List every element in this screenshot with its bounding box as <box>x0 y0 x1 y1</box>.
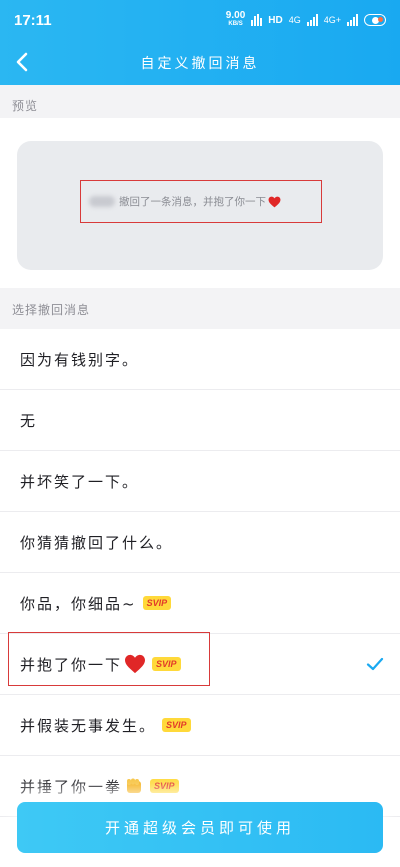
preview-card: 撤回了一条消息，并抱了你一下 <box>17 141 383 270</box>
nav-bar: 自定义撤回消息 <box>0 40 400 85</box>
option-item-selected[interactable]: 并抱了你一下 SVIP <box>0 634 400 695</box>
network-speed: 9.00 KB/S <box>225 10 246 28</box>
status-bar: 17:11 9.00 KB/S HD 4G 4G+ <box>0 0 400 40</box>
option-list: 因为有钱别字。 无 并坏笑了一下。 你猜猜撤回了什么。 你品，你细品~ SVIP… <box>0 329 400 867</box>
battery-icon <box>364 14 386 26</box>
option-label: 你猜猜撤回了什么。 <box>20 533 174 552</box>
option-label: 并坏笑了一下。 <box>20 472 140 491</box>
option-item[interactable]: 无 <box>0 390 400 451</box>
svip-badge: SVIP <box>152 657 181 671</box>
heart-icon <box>125 654 146 674</box>
signal-icon-2 <box>347 14 358 26</box>
option-label: 无 <box>20 411 38 430</box>
preview-message: 撤回了一条消息，并抱了你一下 <box>80 180 322 223</box>
clock: 17:11 <box>14 11 52 29</box>
option-label: 并捶了你一拳 <box>20 777 123 796</box>
heart-icon <box>268 196 281 207</box>
preview-message-text: 撤回了一条消息，并抱了你一下 <box>119 196 266 208</box>
option-label: 并抱了你一下 <box>20 655 123 674</box>
blurred-username <box>89 196 115 207</box>
option-label: 并假装无事发生。 <box>20 716 157 735</box>
hd-label: HD <box>268 14 283 26</box>
option-label: 你品，你细品~ <box>20 594 137 613</box>
options-section-label: 选择撤回消息 <box>12 303 91 317</box>
svip-badge: SVIP <box>150 779 179 793</box>
preview-area: 撤回了一条消息，并抱了你一下 <box>0 118 400 288</box>
preview-section-label: 预览 <box>12 99 39 113</box>
checkmark-icon <box>366 657 384 671</box>
svip-badge: SVIP <box>142 596 172 610</box>
option-item[interactable]: 并坏笑了一下。 <box>0 451 400 512</box>
option-item[interactable]: 因为有钱别字。 <box>0 329 400 390</box>
vibrate-icon <box>251 14 263 26</box>
status-icons: 9.00 KB/S HD 4G 4G+ <box>226 11 386 29</box>
option-label: 因为有钱别字。 <box>20 350 140 369</box>
page-title: 自定义撤回消息 <box>140 55 260 72</box>
signal-icon <box>306 14 318 26</box>
network-label-2: 4G+ <box>323 15 341 25</box>
fist-icon <box>127 778 142 793</box>
option-item[interactable]: 并假装无事发生。 SVIP <box>0 695 400 756</box>
back-button[interactable] <box>6 46 38 78</box>
option-item[interactable]: 你品，你细品~ SVIP <box>0 573 400 634</box>
svip-badge: SVIP <box>162 718 191 732</box>
option-item[interactable]: 你猜猜撤回了什么。 <box>0 512 400 573</box>
chevron-left-icon <box>16 52 28 72</box>
network-label-1: 4G <box>288 15 301 25</box>
open-svip-button[interactable]: 开通超级会员即可使用 <box>17 802 383 853</box>
